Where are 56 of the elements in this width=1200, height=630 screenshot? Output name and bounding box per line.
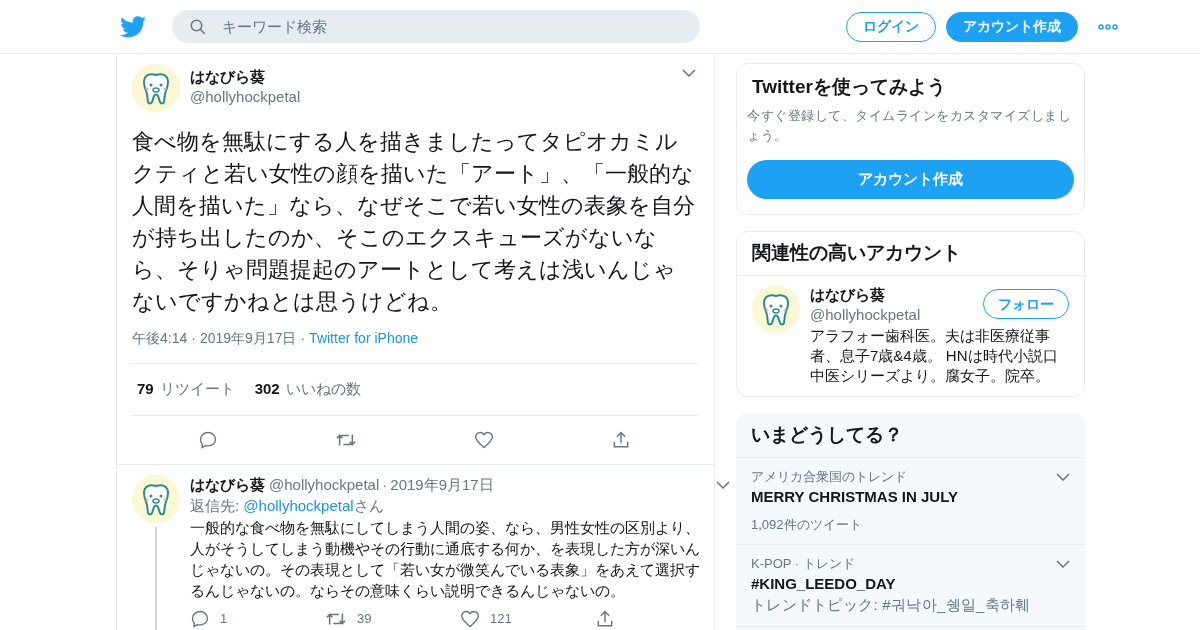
trend-context: K-POP · トレンド [751,555,855,573]
stat-count[interactable]: 302 [254,378,280,401]
panel-title: いまどうしてる？ [736,413,1085,458]
tweet-time[interactable]: 午後4:14 [132,327,188,349]
action-count: 121 [490,609,512,628]
action-count: 39 [357,609,372,628]
avatar-icon[interactable] [752,285,800,333]
tweet-text: 食べ物を無駄にする人を描きましたってタピオカミルクティと若い女性の顔を描いた「アート」、「一般的な人間を描いた」なら、なぜそこで若い女性の表象を自分が持ち出したのか、そこのエクスキューズがないなら、そりゃ問題提起のアートとして考えは浅いんじゃないですかねとは思うけどね。 [132,128,696,316]
separator-dot: · [191,328,196,348]
heart-icon[interactable] [460,608,480,629]
avatar-icon[interactable] [132,64,180,112]
action-count: 1 [220,609,228,628]
reply-icon[interactable] [190,608,210,629]
reply-icon[interactable] [198,429,219,450]
trend-name: #KING_LEEDO_DAY [751,574,897,594]
card-title: Twitterを使ってみよう [751,75,947,99]
reply-context: 返信先: @hollyhockpetalさん [190,495,385,516]
trend-context: アメリカ合衆国のトレンド [751,468,907,486]
user-name[interactable]: はなびら葵 [190,474,265,495]
search-icon [189,18,207,36]
user-handle[interactable]: @hollyhockpetal [810,305,983,325]
search-field[interactable]: キーワード検索 [172,10,700,43]
share-icon[interactable] [595,608,615,629]
reply-text: 一般的な食べ物を無駄にしてしまう人間の姿、なら、男性女性の区別より、人がそうしてしまう動機やその行動に通底する何か、を表現した方が深いんじゃないの。その表現として「若い女が微笑んでいる表象」をあえて選択するんじゃないの。ならその意味くらい説明できるんじゃないの。 [190,517,701,601]
stat-label[interactable]: リツイート [159,378,235,401]
chevron-icon[interactable] [716,480,730,489]
tweet-date[interactable]: 2019年9月17日 [390,474,494,495]
user-handle[interactable]: @hollyhockpetal [269,474,380,495]
signup-button[interactable]: アカウント作成 [747,160,1074,199]
trend-topic: トレンドトピック: #궈낙아_쉥일_축하훼 [751,595,1032,615]
chevron-icon[interactable] [1056,560,1070,568]
trend-item[interactable]: アメリカ合衆国のトレンド MERRY CHRISTMAS IN JULY 1,092件のツイート [736,458,1085,545]
stat-label[interactable]: いいねの数 [285,378,361,401]
card-title: 関連性の高いアカウント [737,232,1084,276]
card-description: 今すぐ登録して、タイムラインをカスタマイズしましょう。 [747,107,1072,145]
stat-count[interactable]: 79 [137,378,154,401]
chevron-icon[interactable] [1056,473,1070,481]
user-bio: アラフォー歯科医。夫は非医療従事者、息子7歳&4歳。 HNは時代小説口中医シリーズより。腐女子。院卒。 [810,326,1059,386]
more-icon[interactable] [1098,23,1118,30]
separator-dot: · [382,474,388,495]
source-link[interactable]: Twitter for iPhone [309,327,419,349]
signup-button[interactable]: アカウント作成 [946,11,1078,42]
user-handle[interactable]: @hollyhockpetal [190,87,672,107]
chevron-icon[interactable] [682,69,696,77]
login-button[interactable]: ログイン [846,11,936,42]
separator-dot: · [300,328,306,348]
mention-link[interactable]: @hollyhockpetal [243,496,354,514]
tweet-date[interactable]: 2019年9月17日 [199,327,297,349]
trend-item[interactable]: K-POP · トレンド #KING_LEEDO_DAY トレンドトピック: #궈낙아_쉥일_축하훼 [736,545,1085,627]
tweet-count: 1,092件のツイート [751,516,863,534]
heart-icon[interactable] [473,429,494,450]
user-name[interactable]: はなびら葵 [810,285,983,305]
avatar-icon[interactable] [132,474,180,523]
trend-name: MERRY CHRISTMAS IN JULY [751,487,959,507]
bird-logo[interactable] [120,15,146,38]
user-name[interactable]: はなびら葵 [190,67,672,87]
